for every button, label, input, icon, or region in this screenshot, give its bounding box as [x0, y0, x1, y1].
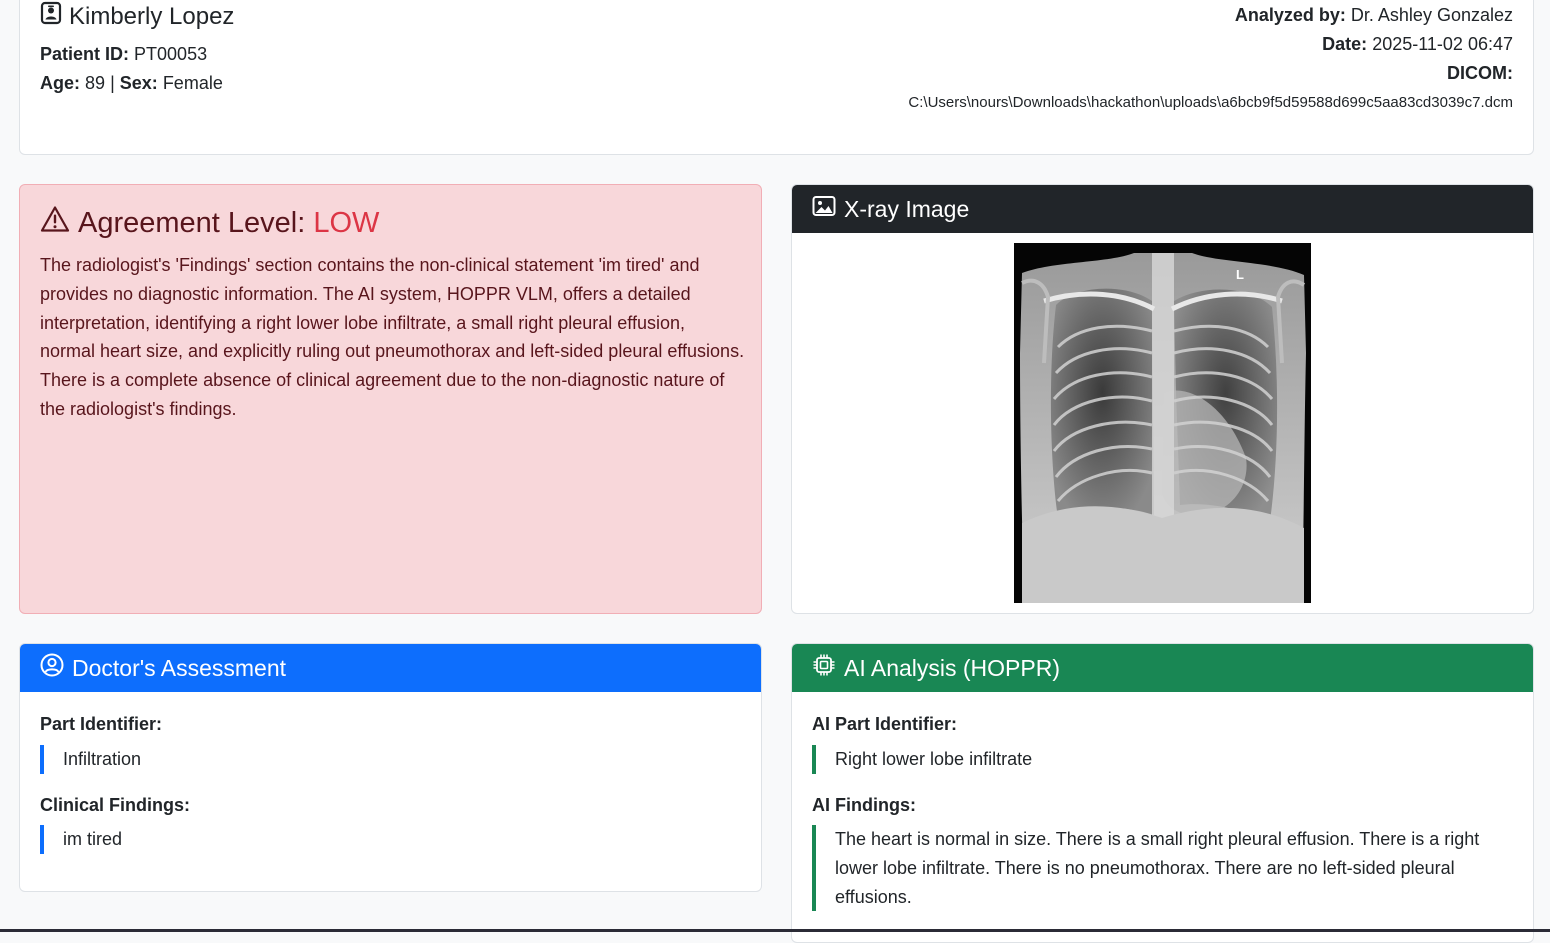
xray-side-marker: L: [1236, 267, 1244, 282]
ai-card-title: AI Analysis (HOPPR): [844, 654, 1060, 681]
image-icon: [812, 195, 836, 223]
person-badge-icon: [40, 1, 62, 32]
date-line: Date: 2025-11-02 06:47: [1322, 34, 1513, 55]
agreement-explanation: The radiologist's 'Findings' section con…: [40, 255, 745, 419]
ai-findings-label: AI Findings:: [812, 795, 916, 815]
ai-part-identifier-value: Right lower lobe infiltrate: [812, 745, 1512, 774]
ai-findings-value: The heart is normal in size. There is a …: [812, 825, 1515, 912]
warning-triangle-icon: [40, 205, 70, 241]
analyzed-by-label: Analyzed by:: [1234, 5, 1346, 25]
agreement-title: Agreement Level:: [78, 206, 306, 239]
patient-name: Kimberly Lopez: [69, 2, 235, 30]
patient-info-card: Kimberly Lopez Patient ID: PT00053 Age: …: [19, 0, 1534, 155]
agreement-heading: Agreement Level: LOW: [40, 205, 379, 241]
xray-image[interactable]: L: [1014, 243, 1311, 603]
ai-card-header: AI Analysis (HOPPR): [792, 644, 1533, 692]
analyzed-by-line: Analyzed by: Dr. Ashley Gonzalez: [1235, 5, 1513, 26]
sex-value: Female: [162, 73, 223, 93]
part-identifier-value: Infiltration: [40, 745, 740, 774]
clinical-findings-label: Clinical Findings:: [40, 795, 191, 815]
person-circle-icon: [40, 653, 64, 683]
ai-analysis-card: AI Analysis (HOPPR) AI Part Identifier: …: [791, 643, 1534, 943]
xray-card-header: X-ray Image: [792, 185, 1533, 233]
doctor-assessment-card: Doctor's Assessment Part Identifier: Inf…: [19, 643, 762, 892]
age-label: Age:: [40, 73, 80, 93]
date-label: Date:: [1322, 34, 1368, 54]
dicom-label: DICOM:: [1447, 63, 1513, 83]
patient-id-label: Patient ID:: [40, 44, 130, 64]
agreement-alert: Agreement Level: LOW The radiologist's '…: [19, 184, 762, 614]
analyzed-by-value: Dr. Ashley Gonzalez: [1350, 5, 1513, 25]
part-identifier-label: Part Identifier:: [40, 714, 163, 734]
doctor-card-title: Doctor's Assessment: [72, 654, 287, 681]
date-value: 2025-11-02 06:47: [1372, 34, 1513, 54]
ai-part-identifier-label: AI Part Identifier:: [812, 714, 958, 734]
cpu-chip-icon: [812, 653, 836, 683]
age-value: 89: [85, 73, 106, 93]
xray-card: X-ray Image L: [791, 184, 1534, 614]
clinical-findings-value: im tired: [40, 825, 740, 854]
dicom-path: C:\Users\nours\Downloads\hackathon\uploa…: [908, 94, 1513, 111]
patient-id-value: PT00053: [134, 44, 208, 64]
patient-id-line: Patient ID: PT00053: [40, 44, 207, 65]
doctor-card-header: Doctor's Assessment: [20, 644, 761, 692]
patient-name-heading: Kimberly Lopez: [40, 1, 234, 32]
age-sex-line: Age: 89 | Sex: Female: [40, 73, 223, 94]
sex-label: Sex:: [119, 73, 158, 93]
dicom-line: DICOM:: [1447, 63, 1513, 84]
separator: |: [110, 73, 115, 93]
xray-card-title: X-ray Image: [844, 195, 970, 222]
agreement-level-value: LOW: [313, 206, 380, 239]
